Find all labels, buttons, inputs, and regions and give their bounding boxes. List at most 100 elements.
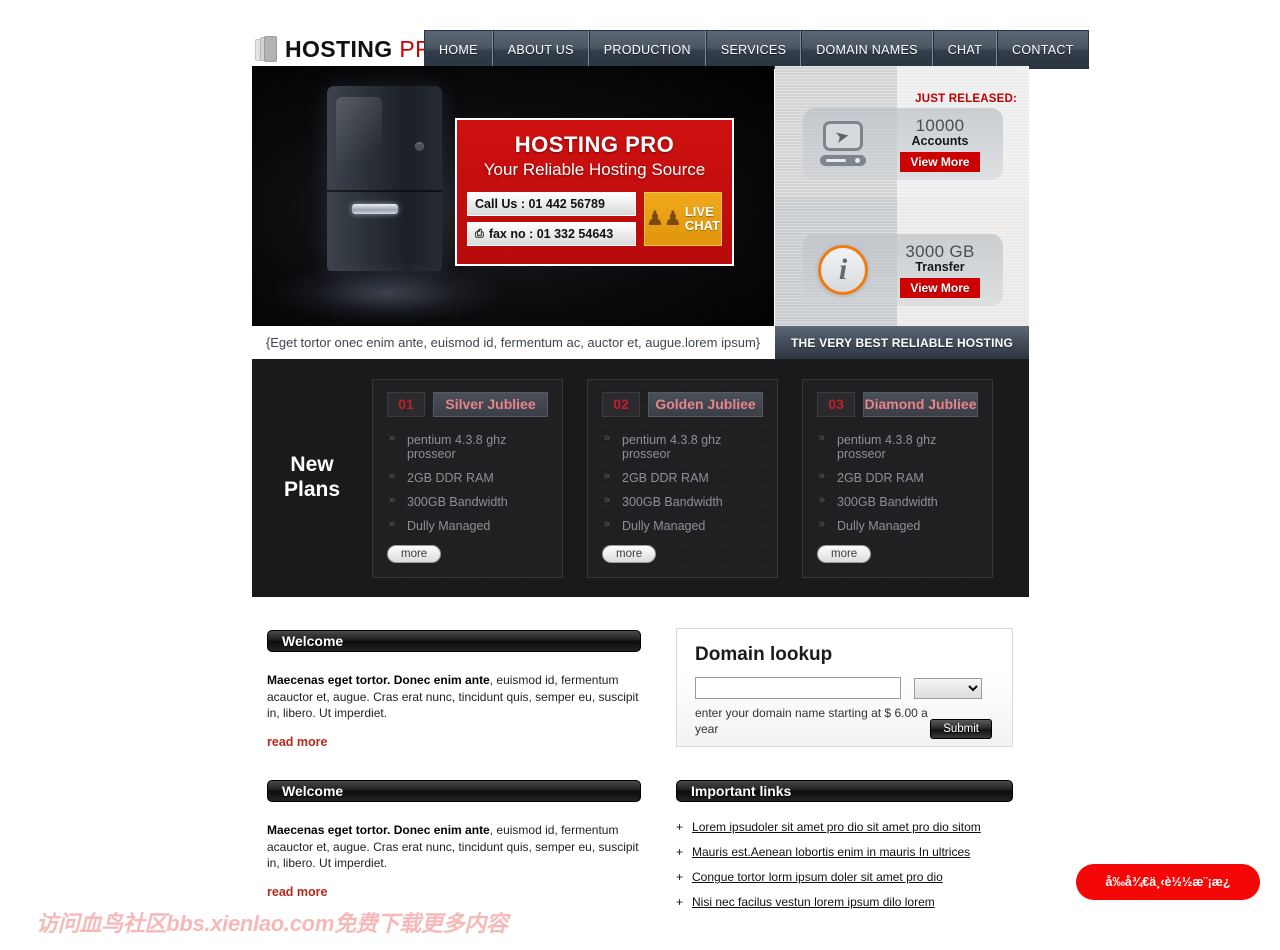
welcome-panel-1-header: Welcome — [267, 630, 641, 652]
plus-icon: + — [676, 820, 684, 834]
important-link[interactable]: Lorem ipsudoler sit amet pro dio sit ame… — [692, 820, 981, 834]
nav-item-domain-names[interactable]: DOMAIN NAMES — [801, 31, 933, 68]
logo-text-main: HOSTING — [285, 36, 393, 62]
promo-card-transfer-body: i 3000 GB Transfer View More — [803, 234, 1003, 306]
hero-subtitle: Your Reliable Hosting Source — [483, 160, 706, 179]
plan-number: 01 — [387, 391, 425, 417]
live-chat-label: LIVE CHAT — [685, 205, 720, 232]
plan-number: 03 — [817, 391, 855, 417]
fax-machine-icon: ⎙ — [475, 227, 484, 240]
plan-name: Golden Jubliee — [648, 391, 763, 417]
plan-card[interactable]: 02 Golden Jubliee pentium 4.3.8 ghz pros… — [587, 378, 778, 578]
plan-feature: pentium 4.3.8 ghz prosseor — [817, 432, 978, 471]
plan-feature-list: pentium 4.3.8 ghz prosseor 2GB DDR RAM 3… — [387, 432, 548, 543]
new-plans-title-line2: Plans — [283, 478, 341, 501]
plan-feature: 300GB Bandwidth — [387, 494, 548, 519]
domain-lookup-title: Domain lookup — [695, 644, 833, 665]
server-reflection — [272, 262, 502, 324]
welcome-panel-1-body: Maecenas eget tortor. Donec enim ante, e… — [267, 672, 641, 722]
important-link[interactable]: Mauris est.Aenean lobortis enim in mauri… — [692, 845, 970, 859]
site-header: HOSTING PRO HOME ABOUT US PRODUCTION SER… — [252, 30, 1089, 69]
view-more-accounts-button[interactable]: View More — [900, 152, 980, 172]
live-chat-button[interactable]: ♟♟ LIVE CHAT — [644, 192, 722, 246]
important-link[interactable]: Nisi nec facilus vestun lorem ipsum dilo… — [692, 895, 935, 909]
new-plans-section: New Plans 01 Silver Jubliee pentium 4.3.… — [252, 359, 1029, 597]
domain-lookup-panel: Domain lookup enter your domain name sta… — [676, 628, 1013, 747]
plan-card[interactable]: 01 Silver Jubliee pentium 4.3.8 ghz pros… — [372, 378, 563, 578]
new-plans-title-line1: New — [290, 453, 334, 477]
domain-tld-select[interactable] — [914, 677, 982, 699]
live-chat-line2: CHAT — [684, 218, 720, 233]
view-more-transfer-button[interactable]: View More — [900, 278, 980, 298]
monitor-cursor-icon: ➤ — [803, 121, 883, 167]
plan-card[interactable]: 03 Diamond Jubliee pentium 4.3.8 ghz pro… — [802, 378, 993, 578]
list-item: + Congue tortor lorm ipsum doler sit ame… — [676, 870, 1013, 895]
welcome-panel-2-body: Maecenas eget tortor. Donec enim ante, e… — [267, 822, 641, 872]
site-watermark: 访问血鸟社区bbs.xienlao.com免费下载更多内容 — [36, 911, 508, 936]
plan-feature: Dully Managed — [602, 518, 763, 543]
important-links-list: + Lorem ipsudoler sit amet pro dio sit a… — [676, 820, 1013, 920]
nav-item-about-us[interactable]: ABOUT US — [492, 31, 589, 68]
plan-more-button[interactable]: more — [817, 544, 872, 563]
promo-accounts-unit: Accounts — [911, 134, 969, 148]
plan-name: Diamond Jubliee — [863, 391, 978, 417]
nav-item-services[interactable]: SERVICES — [705, 31, 802, 68]
plan-feature: pentium 4.3.8 ghz prosseor — [387, 432, 548, 471]
hero-promo-panel: HOSTING PRO Your Reliable Hosting Source… — [455, 118, 734, 266]
main-navigation: HOME ABOUT US PRODUCTION SERVICES DOMAIN… — [424, 30, 1089, 69]
list-item: + Nisi nec facilus vestun lorem ipsum di… — [676, 895, 1013, 920]
site-logo[interactable]: HOSTING PRO — [252, 30, 450, 69]
welcome-panel-2-lead: Maecenas eget tortor. Donec enim ante — [267, 823, 490, 837]
promo-sidebar: JUST RELEASED: ➤ 10000 Accounts View Mor… — [775, 66, 1029, 326]
promo-accounts-number: 10000 — [915, 116, 965, 135]
just-released-label: JUST RELEASED: — [915, 93, 1017, 105]
plan-feature: 300GB Bandwidth — [602, 494, 763, 519]
welcome-panel-2: Welcome Maecenas eget tortor. Donec enim… — [267, 780, 641, 901]
floating-download-button[interactable]: å‰å¾€ä¸‹è½½æ¨¡æ¿ — [1076, 864, 1260, 900]
plan-feature: 2GB DDR RAM — [602, 470, 763, 495]
read-more-link-2[interactable]: read more — [267, 885, 327, 899]
important-links-header: Important links — [676, 780, 1013, 802]
promo-transfer-unit: Transfer — [915, 260, 965, 274]
hero-contact-group: Call Us : 01 442 56789 ⎙ fax no : 01 332… — [467, 192, 636, 246]
hero-banner: HOSTING PRO Your Reliable Hosting Source… — [252, 66, 774, 326]
list-item: + Lorem ipsudoler sit amet pro dio sit a… — [676, 820, 1013, 845]
plan-feature: Dully Managed — [817, 518, 978, 543]
welcome-panel-2-header: Welcome — [267, 780, 641, 802]
plan-feature: pentium 4.3.8 ghz prosseor — [602, 432, 763, 471]
plan-more-button[interactable]: more — [387, 544, 442, 563]
list-item: + Mauris est.Aenean lobortis enim in mau… — [676, 845, 1013, 870]
server-stack-icon — [255, 36, 277, 63]
nav-item-home[interactable]: HOME — [425, 31, 493, 68]
hero-phone-text: Call Us : 01 442 56789 — [475, 197, 605, 211]
nav-item-production[interactable]: PRODUCTION — [588, 31, 706, 68]
promo-card-accounts-body: ➤ 10000 Accounts View More — [803, 108, 1003, 180]
plan-feature: 2GB DDR RAM — [387, 470, 548, 495]
nav-item-chat[interactable]: CHAT — [932, 31, 998, 68]
read-more-link-1[interactable]: read more — [267, 735, 327, 749]
promo-card-transfer: i 3000 GB Transfer View More — [775, 196, 1029, 326]
hero-phone: Call Us : 01 442 56789 — [467, 192, 636, 216]
tagline-strip: THE VERY BEST RELIABLE HOSTING — [775, 326, 1029, 359]
new-plans-title: New Plans — [252, 453, 372, 503]
welcome-panel-1-lead: Maecenas eget tortor. Donec enim ante — [267, 673, 490, 687]
plus-icon: + — [676, 895, 684, 909]
hero-fax: ⎙ fax no : 01 332 54643 — [467, 222, 636, 246]
info-circle-icon: i — [803, 245, 883, 295]
plan-card-list: 01 Silver Jubliee pentium 4.3.8 ghz pros… — [372, 378, 1029, 578]
plan-feature: 2GB DDR RAM — [817, 470, 978, 495]
plan-number: 02 — [602, 391, 640, 417]
important-link[interactable]: Congue tortor lorm ipsum doler sit amet … — [692, 870, 943, 884]
plan-more-button[interactable]: more — [602, 544, 657, 563]
people-chat-icon: ♟♟ — [646, 208, 682, 230]
plus-icon: + — [676, 870, 684, 884]
domain-lookup-hint: enter your domain name starting at $ 6.0… — [695, 706, 928, 737]
plan-feature-list: pentium 4.3.8 ghz prosseor 2GB DDR RAM 3… — [817, 432, 978, 543]
important-links-panel: Important links + Lorem ipsudoler sit am… — [676, 780, 1013, 920]
hero-title: HOSTING PRO — [514, 132, 675, 157]
domain-name-input[interactable] — [695, 677, 901, 699]
welcome-panel-1: Welcome Maecenas eget tortor. Donec enim… — [267, 630, 641, 751]
domain-lookup-submit-button[interactable]: Submit — [930, 719, 992, 739]
hero-caption: {Eget tortor onec enim ante, euismod id,… — [252, 326, 774, 359]
nav-item-contact[interactable]: CONTACT — [997, 31, 1088, 68]
